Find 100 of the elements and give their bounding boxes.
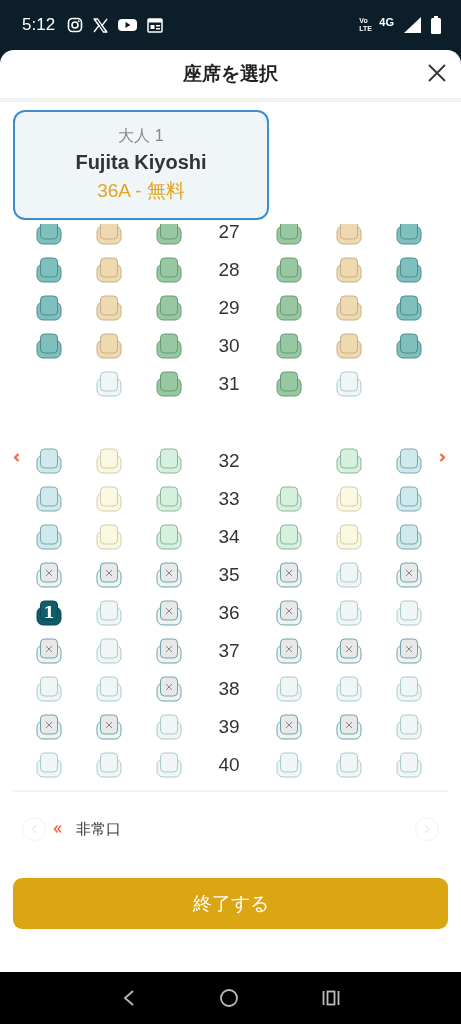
recent-apps-icon[interactable] xyxy=(321,989,340,1007)
occupied-seat[interactable] xyxy=(96,562,122,588)
seat[interactable] xyxy=(396,486,422,512)
seat[interactable] xyxy=(336,486,362,512)
seat[interactable] xyxy=(96,224,122,245)
seat[interactable] xyxy=(36,295,62,321)
seat[interactable] xyxy=(96,295,122,321)
seat[interactable] xyxy=(396,676,422,702)
seat[interactable] xyxy=(396,295,422,321)
occupied-seat[interactable] xyxy=(276,638,302,664)
occupied-seat[interactable] xyxy=(36,714,62,740)
seat[interactable] xyxy=(96,676,122,702)
close-button[interactable] xyxy=(427,63,447,83)
chevron-right-icon xyxy=(423,824,431,834)
seat[interactable] xyxy=(336,224,362,245)
seat[interactable] xyxy=(276,676,302,702)
seat[interactable] xyxy=(156,486,182,512)
play-icon xyxy=(118,18,138,32)
seat[interactable] xyxy=(396,714,422,740)
seat[interactable] xyxy=(36,486,62,512)
seat[interactable] xyxy=(336,676,362,702)
occupied-seat[interactable] xyxy=(336,714,362,740)
seat[interactable] xyxy=(156,333,182,359)
seat[interactable] xyxy=(36,224,62,245)
seat[interactable] xyxy=(96,257,122,283)
seat[interactable] xyxy=(156,714,182,740)
seat[interactable] xyxy=(96,524,122,550)
row-number: 40 xyxy=(218,754,240,776)
seat[interactable] xyxy=(36,676,62,702)
sheet-title: 座席を選択 xyxy=(183,62,278,86)
seat[interactable] xyxy=(336,333,362,359)
occupied-seat[interactable] xyxy=(276,562,302,588)
seat[interactable] xyxy=(276,333,302,359)
seat[interactable] xyxy=(336,448,362,474)
seat[interactable] xyxy=(36,333,62,359)
seat[interactable] xyxy=(36,448,62,474)
seat[interactable] xyxy=(156,295,182,321)
occupied-seat[interactable] xyxy=(36,638,62,664)
back-icon[interactable] xyxy=(121,989,136,1007)
seat[interactable] xyxy=(96,486,122,512)
occupied-seat[interactable] xyxy=(396,638,422,664)
seat[interactable] xyxy=(396,524,422,550)
seat[interactable] xyxy=(96,638,122,664)
seat-assignment: 36A - 無料 xyxy=(97,179,185,203)
seat[interactable] xyxy=(156,448,182,474)
seat[interactable] xyxy=(396,257,422,283)
seat[interactable] xyxy=(276,295,302,321)
x-logo-icon xyxy=(93,17,109,33)
seat[interactable] xyxy=(396,448,422,474)
seat[interactable] xyxy=(276,257,302,283)
seat[interactable] xyxy=(156,257,182,283)
seat[interactable] xyxy=(396,224,422,245)
seat[interactable] xyxy=(336,257,362,283)
seat[interactable] xyxy=(96,600,122,626)
home-icon[interactable] xyxy=(218,988,239,1008)
seat[interactable] xyxy=(156,224,182,245)
seat[interactable] xyxy=(336,371,362,397)
occupied-seat[interactable] xyxy=(156,638,182,664)
row-number: 35 xyxy=(218,564,240,586)
row-number: 28 xyxy=(218,259,240,281)
seat[interactable] xyxy=(336,295,362,321)
occupied-seat[interactable] xyxy=(156,600,182,626)
seat[interactable] xyxy=(96,371,122,397)
seat[interactable] xyxy=(36,752,62,778)
row-number: 27 xyxy=(218,224,240,243)
exit-marker-icon xyxy=(53,824,62,834)
seat[interactable] xyxy=(276,224,302,245)
seat[interactable] xyxy=(276,371,302,397)
seat[interactable] xyxy=(276,752,302,778)
occupied-seat[interactable] xyxy=(276,600,302,626)
seat[interactable] xyxy=(336,600,362,626)
seat[interactable] xyxy=(36,257,62,283)
row-number: 30 xyxy=(218,335,240,357)
occupied-seat[interactable] xyxy=(396,562,422,588)
occupied-seat[interactable] xyxy=(96,714,122,740)
seat[interactable] xyxy=(336,752,362,778)
seat[interactable] xyxy=(396,752,422,778)
occupied-seat[interactable] xyxy=(156,676,182,702)
seat[interactable] xyxy=(276,524,302,550)
seat[interactable] xyxy=(96,448,122,474)
row-number: 29 xyxy=(218,297,240,319)
seat[interactable] xyxy=(156,752,182,778)
seat[interactable] xyxy=(336,562,362,588)
seat[interactable] xyxy=(96,333,122,359)
seat[interactable] xyxy=(276,486,302,512)
seat[interactable] xyxy=(396,333,422,359)
passenger-card[interactable]: 大人 1 Fujita Kiyoshi 36A - 無料 xyxy=(13,110,269,220)
seat[interactable] xyxy=(156,371,182,397)
seat[interactable] xyxy=(396,600,422,626)
seat[interactable] xyxy=(96,752,122,778)
seat[interactable] xyxy=(36,524,62,550)
seat[interactable] xyxy=(336,524,362,550)
seat[interactable] xyxy=(156,524,182,550)
occupied-seat[interactable] xyxy=(36,562,62,588)
calendar-icon xyxy=(147,17,164,33)
exit-marker-icon xyxy=(12,452,20,462)
occupied-seat[interactable] xyxy=(336,638,362,664)
occupied-seat[interactable] xyxy=(276,714,302,740)
occupied-seat[interactable] xyxy=(156,562,182,588)
exit-marker-icon xyxy=(438,452,446,462)
